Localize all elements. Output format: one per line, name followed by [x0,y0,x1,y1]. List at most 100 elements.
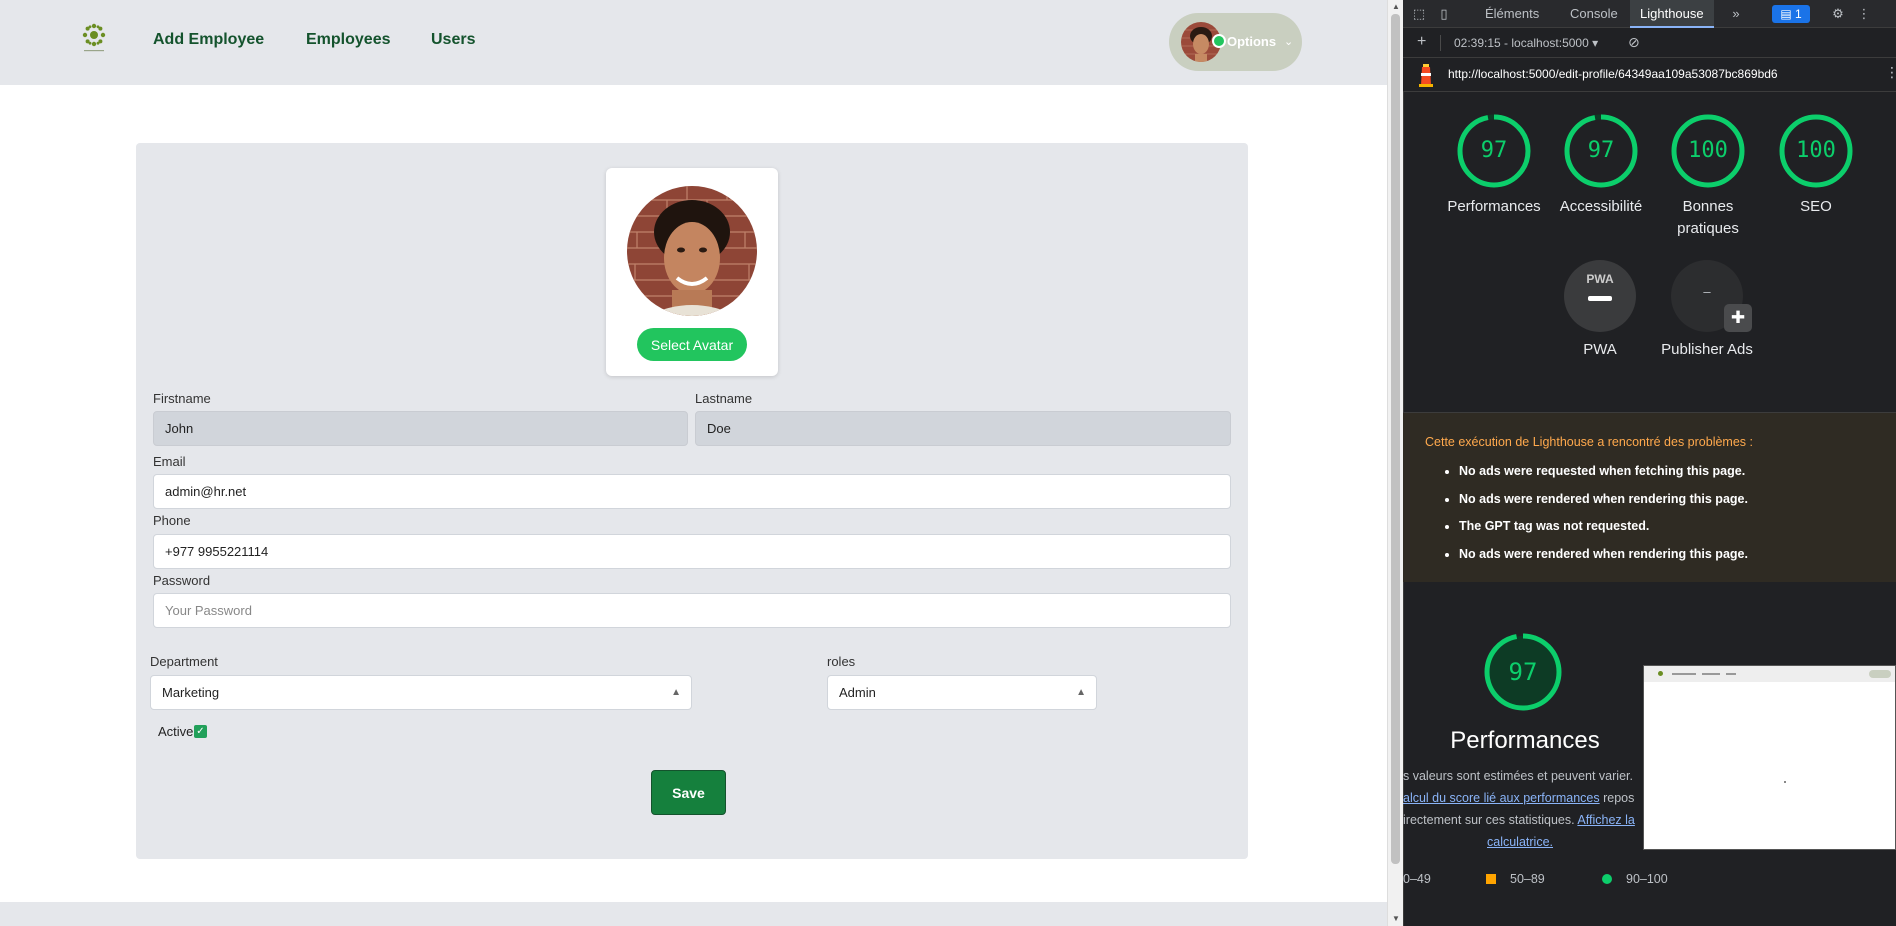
scroll-up-icon[interactable]: ▲ [1388,0,1404,14]
tab-console[interactable]: Console [1560,0,1628,28]
department-value: Marketing [162,685,220,700]
score-label: Accessibilité [1559,198,1643,215]
warnings-box: Cette exécution de Lighthouse a rencontr… [1403,412,1896,582]
report-url-bar: http://localhost:5000/edit-profile/64349… [1403,58,1896,92]
calculator-link[interactable]: Affichez la [1577,813,1634,827]
perf-note-line: s valeurs sont estimées et peuvent varie… [1403,769,1633,783]
app-page: Add Employee Employees Users Options ⌄ S… [0,0,1387,926]
score-value: 97 [1480,138,1508,163]
footer [0,902,1387,926]
legend-pass: 90–100 [1602,872,1668,886]
gear-icon[interactable]: ⚙ [1829,5,1847,23]
publisher-ads-score: – [1703,284,1711,299]
legend-pass-label: 90–100 [1626,872,1668,886]
calculator-link-cont[interactable]: calculatrice. [1487,835,1553,849]
nav-users[interactable]: Users [431,31,475,49]
legend-average: 50–89 [1486,872,1545,886]
divider [1440,35,1441,51]
phone-label: Phone [153,513,191,528]
warning-item: No ads were requested when fetching this… [1459,461,1748,489]
nav-employees[interactable]: Employees [306,31,390,49]
nav-add-employee[interactable]: Add Employee [153,31,264,49]
legend-fail-label: 0–49 [1403,872,1431,886]
clear-icon[interactable]: ⊘ [1628,34,1640,51]
company-logo[interactable] [79,22,109,54]
chevron-down-icon: ⌄ [1284,36,1294,48]
email-label: Email [153,454,186,469]
performance-title: Performances [1450,727,1600,754]
page-screenshot-thumbnail[interactable] [1643,665,1896,850]
plus-icon[interactable]: + [1417,33,1426,51]
thumbnail-nav-line [1726,673,1736,675]
score-value: 100 [1688,138,1728,163]
profile-avatar-image [627,186,757,316]
score-calculation-link[interactable]: alcul du score lié aux performances [1403,791,1600,805]
score-gauge[interactable]: 97 [1564,114,1638,188]
score-value: 97 [1587,138,1615,163]
performance-big-gauge: 97 [1483,632,1563,712]
department-select[interactable]: Marketing ▲ [150,675,692,710]
score-gauge[interactable]: 100 [1671,114,1745,188]
report-selector[interactable]: 02:39:15 - localhost:5000 ▾ [1454,36,1598,50]
lastname-label: Lastname [695,391,753,406]
tab-lighthouse[interactable]: Lighthouse [1630,0,1714,28]
avatar-panel: Select Avatar [606,168,778,376]
warning-item: No ads were rendered when rendering this… [1459,489,1748,517]
page-scrollbar[interactable]: ▲ ▼ [1387,0,1403,926]
roles-select[interactable]: Admin ▲ [827,675,1097,710]
tab-elements[interactable]: Éléments [1475,0,1549,28]
score-label: Bonnes pratiques [1677,198,1739,237]
issues-badge[interactable]: ▤ 1 [1772,5,1810,23]
devtools-panel: ⬚ ▯ Éléments Console Lighthouse » ▤ 1 ⚙ … [1403,0,1896,926]
chevron-double-right-icon[interactable]: » [1727,5,1745,23]
message-icon: ▤ [1780,7,1795,21]
options-menu-button[interactable]: Options ⌄ [1169,13,1302,71]
score-value: 100 [1796,138,1836,163]
thumbnail-dot [1784,781,1786,783]
perf-note-line: irectement sur ces statistiques. Affiche… [1403,809,1653,831]
firstname-input[interactable] [153,411,688,446]
select-avatar-button[interactable]: Select Avatar [637,328,747,361]
thumbnail-options-icon [1869,670,1891,678]
issues-count: 1 [1794,7,1802,21]
legend-average-label: 50–89 [1510,872,1545,886]
save-button[interactable]: Save [651,770,726,815]
report-selector-label: 02:39:15 - localhost:5000 [1454,36,1589,50]
password-field[interactable] [153,593,1231,628]
legend-fail: 0–49 [1403,872,1431,886]
device-toggle-icon[interactable]: ▯ [1435,5,1453,23]
pwa-gauge[interactable]: PWA [1564,260,1636,332]
warning-item: No ads were rendered when rendering this… [1459,544,1748,572]
perf-note-text: irectement sur ces statistiques. [1403,813,1575,827]
roles-label: roles [827,654,856,669]
select-arrows-icon: ▲ [671,687,681,698]
circle-icon [1602,874,1612,884]
score-gauge[interactable]: 97 [1457,114,1531,188]
performance-big-score: 97 [1508,658,1538,686]
perf-note-text: repos [1599,791,1635,805]
navbar: Add Employee Employees Users Options ⌄ [0,0,1387,85]
kebab-menu-icon[interactable]: ⋮ [1855,5,1873,23]
scroll-down-icon[interactable]: ▼ [1388,912,1404,926]
firstname-label: Firstname [153,391,211,406]
lastname-input[interactable] [695,411,1231,446]
roles-value: Admin [839,685,876,700]
report-url[interactable]: http://localhost:5000/edit-profile/64349… [1448,67,1778,81]
active-checkbox[interactable]: ✓ [194,725,207,738]
lighthouse-report-bar: + 02:39:15 - localhost:5000 ▾ ⊘ [1403,28,1896,58]
score-gauge[interactable]: 100 [1779,114,1853,188]
phone-field[interactable] [153,534,1231,569]
email-field[interactable] [153,474,1231,509]
thumbnail-nav-line [1672,673,1696,675]
department-label: Department [150,654,218,669]
edit-profile-card: Select Avatar Firstname Lastname Email P… [136,143,1248,859]
password-label: Password [153,573,211,588]
online-status-dot [1212,34,1226,48]
square-icon [1486,874,1496,884]
inspect-element-icon[interactable]: ⬚ [1410,5,1428,23]
pwa-badge-icon: PWA [1586,272,1614,286]
select-arrows-icon: ▲ [1076,687,1086,698]
options-label: Options [1227,34,1277,49]
kebab-menu-icon[interactable]: ⋮ [1885,64,1896,81]
scrollbar-thumb[interactable] [1391,14,1400,864]
